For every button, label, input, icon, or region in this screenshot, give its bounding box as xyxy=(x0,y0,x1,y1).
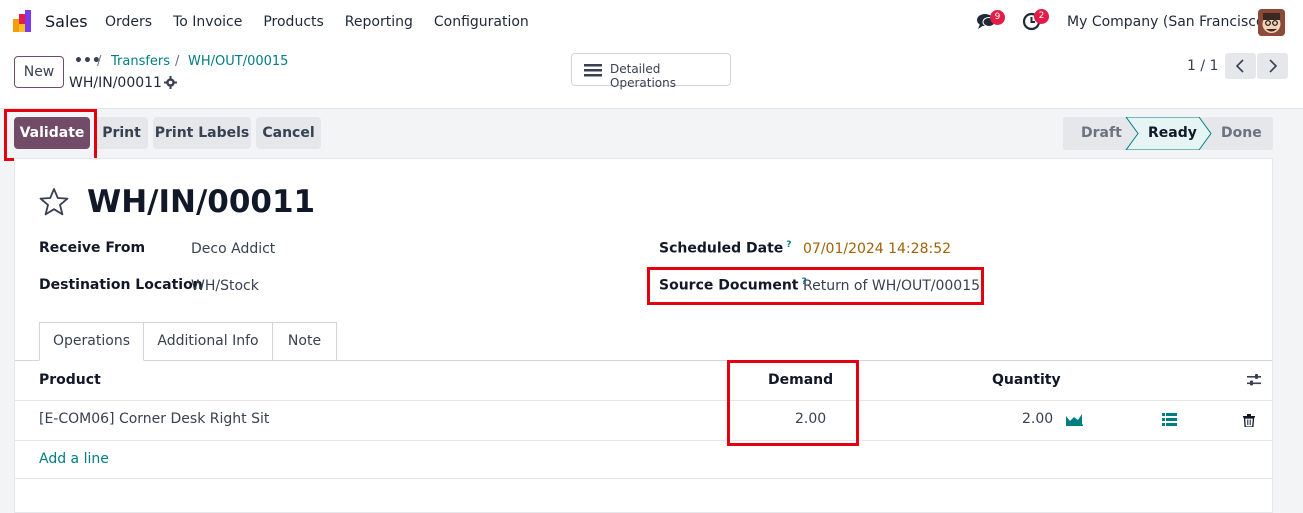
column-header-quantity[interactable]: Quantity xyxy=(992,372,1061,388)
scheduled-date-field[interactable]: 07/01/2024 14:28:52 xyxy=(803,241,951,257)
trash-icon[interactable] xyxy=(1243,414,1255,427)
validate-highlight-box xyxy=(4,109,97,161)
sales-app-logo-icon[interactable] xyxy=(13,10,35,32)
demand-highlight-box xyxy=(727,360,859,446)
activity-badge: 2 xyxy=(1034,9,1049,24)
gear-icon[interactable] xyxy=(164,76,177,89)
cancel-button[interactable]: Cancel xyxy=(256,117,321,149)
detailed-list-icon[interactable] xyxy=(1162,413,1177,426)
destination-location-field[interactable]: WH/Stock xyxy=(191,278,259,294)
top-navbar: Sales Orders To Invoice Products Reporti… xyxy=(0,0,1303,43)
chevron-right-icon xyxy=(1269,59,1278,73)
menu-configuration[interactable]: Configuration xyxy=(434,14,529,30)
scheduled-date-label: Scheduled Date? xyxy=(659,240,792,257)
menu-reporting[interactable]: Reporting xyxy=(345,14,413,30)
status-done[interactable]: Done xyxy=(1221,117,1262,150)
tab-operations[interactable]: Operations xyxy=(39,322,144,361)
table-row-divider xyxy=(15,440,1272,441)
chat-badge: 9 xyxy=(990,10,1005,25)
app-name[interactable]: Sales xyxy=(45,12,88,31)
new-button[interactable]: New xyxy=(14,56,64,88)
user-avatar[interactable] xyxy=(1258,9,1285,36)
source-document-highlight-box xyxy=(647,267,984,305)
table-bottom-divider xyxy=(15,478,1272,479)
row-quantity[interactable]: 2.00 xyxy=(1022,411,1053,427)
list-lines-icon xyxy=(584,64,602,77)
menu-to-invoice[interactable]: To Invoice xyxy=(173,14,242,30)
column-header-product[interactable]: Product xyxy=(39,372,101,388)
forecast-chart-icon[interactable] xyxy=(1066,413,1083,426)
status-draft[interactable]: Draft xyxy=(1081,117,1122,150)
record-title: WH/IN/00011 xyxy=(87,184,316,220)
breadcrumb-separator: / xyxy=(97,54,102,69)
receive-from-field[interactable]: Deco Addict xyxy=(191,241,275,257)
add-line-link[interactable]: Add a line xyxy=(39,451,109,467)
detailed-operations-label: Detailed Operations xyxy=(610,62,676,90)
print-button[interactable]: Print xyxy=(95,117,148,149)
tabs-divider xyxy=(15,360,1272,361)
status-bar: Draft Ready Done xyxy=(1063,117,1273,150)
scheduled-date-help[interactable]: ? xyxy=(786,240,791,250)
status-ready[interactable]: Ready xyxy=(1148,117,1197,150)
menu-orders[interactable]: Orders xyxy=(105,14,152,30)
avatar-face-icon xyxy=(1258,9,1285,36)
table-header-divider xyxy=(15,400,1272,401)
detailed-operations-button[interactable]: Detailed Operations xyxy=(571,53,731,90)
breadcrumb-transfers[interactable]: Transfers xyxy=(111,54,170,69)
tab-additional-info[interactable]: Additional Info xyxy=(143,322,273,361)
menu-products[interactable]: Products xyxy=(263,14,323,30)
row-product[interactable]: [E-COM06] Corner Desk Right Sit xyxy=(39,411,269,427)
company-switcher[interactable]: My Company (San Francisco) xyxy=(1067,14,1270,30)
main-menu: Orders To Invoice Products Reporting Con… xyxy=(105,14,550,30)
receive-from-label: Receive From xyxy=(39,240,146,256)
star-icon[interactable] xyxy=(39,187,69,217)
column-settings-icon[interactable] xyxy=(1246,373,1262,387)
pager-previous-button[interactable] xyxy=(1225,53,1256,79)
breadcrumb-separator: / xyxy=(175,54,180,69)
destination-location-label: Destination Location xyxy=(39,277,203,293)
pager-value[interactable]: 1 / 1 xyxy=(1187,58,1218,74)
print-labels-button[interactable]: Print Labels xyxy=(153,117,251,149)
breadcrumb-current: WH/IN/00011 xyxy=(69,75,162,91)
chevron-left-icon xyxy=(1235,59,1244,73)
breadcrumb-wh-out[interactable]: WH/OUT/00015 xyxy=(188,54,288,69)
pager-next-button[interactable] xyxy=(1257,53,1288,79)
tab-note[interactable]: Note xyxy=(272,322,337,361)
